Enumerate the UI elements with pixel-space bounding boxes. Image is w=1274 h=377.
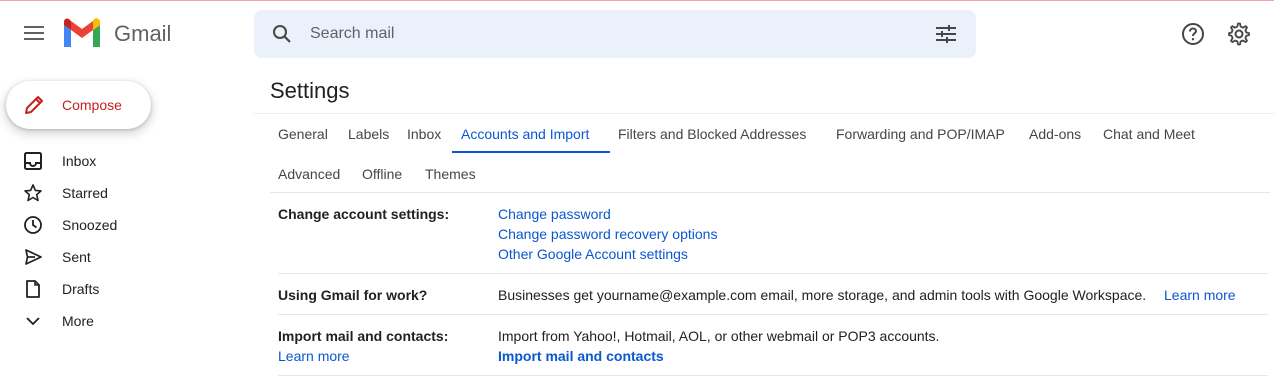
compose-button[interactable]: Compose <box>6 81 151 129</box>
clock-icon <box>22 214 44 236</box>
chevron-down-icon <box>22 310 44 332</box>
tab-add-ons[interactable]: Add-ons <box>1029 126 1081 142</box>
tabs-divider <box>270 192 1270 193</box>
sidebar-item-label: Drafts <box>62 281 100 297</box>
header: Gmail <box>0 1 1274 65</box>
tab-themes[interactable]: Themes <box>425 166 476 182</box>
row-divider <box>278 314 1268 315</box>
sidebar-item-label: Snoozed <box>62 217 118 233</box>
inbox-icon <box>22 150 44 172</box>
page-title: Settings <box>270 78 350 103</box>
workspace-learn-more-link[interactable]: Learn more <box>1164 287 1236 303</box>
draft-icon <box>22 278 44 300</box>
sidebar-item-snoozed[interactable]: Snoozed <box>0 209 240 241</box>
row-divider <box>278 375 1268 376</box>
gmail-wordmark: Gmail <box>114 21 172 46</box>
tab-labels[interactable]: Labels <box>348 126 389 142</box>
search-bar[interactable] <box>254 10 976 58</box>
tab-accounts-and-import[interactable]: Accounts and Import <box>461 126 589 142</box>
help-icon[interactable] <box>1176 17 1210 51</box>
settings-gear-icon[interactable] <box>1222 17 1256 51</box>
tab-advanced[interactable]: Advanced <box>278 166 340 182</box>
tab-forwarding[interactable]: Forwarding and POP/IMAP <box>836 126 1005 142</box>
tab-general[interactable]: General <box>278 126 328 142</box>
hamburger-menu-icon <box>24 26 44 40</box>
tab-inbox[interactable]: Inbox <box>407 126 441 142</box>
search-icon[interactable] <box>268 20 296 48</box>
sidebar-item-label: Inbox <box>62 153 97 169</box>
sidebar-item-label: Starred <box>62 185 108 201</box>
pencil-icon <box>25 96 43 114</box>
import-mail-and-contacts-link[interactable]: Import mail and contacts <box>498 348 664 364</box>
import-description-text: Import from Yahoo!, Hotmail, AOL, or oth… <box>498 328 940 344</box>
sidebar-nav: Inbox Starred Snoozed Sent Drafts More <box>0 145 240 337</box>
change-recovery-options-link[interactable]: Change password recovery options <box>498 226 717 242</box>
star-icon <box>22 182 44 204</box>
gmail-for-work-label: Using Gmail for work? <box>278 287 428 303</box>
sidebar-item-label: Sent <box>62 249 91 265</box>
search-input[interactable] <box>310 18 910 50</box>
send-icon <box>22 246 44 268</box>
compose-label: Compose <box>62 97 122 113</box>
sidebar-item-more[interactable]: More <box>0 305 240 337</box>
tab-filters[interactable]: Filters and Blocked Addresses <box>618 126 806 142</box>
other-account-settings-link[interactable]: Other Google Account settings <box>498 246 688 262</box>
sidebar-item-drafts[interactable]: Drafts <box>0 273 240 305</box>
search-options-tune-icon[interactable] <box>932 20 960 48</box>
sidebar-item-sent[interactable]: Sent <box>0 241 240 273</box>
sidebar-item-starred[interactable]: Starred <box>0 177 240 209</box>
active-tab-indicator <box>452 151 610 153</box>
gmail-logo-icon[interactable] <box>62 17 102 49</box>
tab-chat-and-meet[interactable]: Chat and Meet <box>1103 126 1195 142</box>
sidebar-item-inbox[interactable]: Inbox <box>0 145 240 177</box>
import-learn-more-link[interactable]: Learn more <box>278 348 350 364</box>
import-mail-label: Import mail and contacts: <box>278 328 449 344</box>
main-menu-button[interactable] <box>14 13 54 53</box>
tab-offline[interactable]: Offline <box>362 166 402 182</box>
title-divider <box>254 113 1274 114</box>
change-password-link[interactable]: Change password <box>498 206 611 222</box>
row-divider <box>278 273 1268 274</box>
gmail-for-work-text: Businesses get yourname@example.com emai… <box>498 287 1147 303</box>
change-account-settings-label: Change account settings: <box>278 206 450 222</box>
sidebar-item-label: More <box>62 313 94 329</box>
